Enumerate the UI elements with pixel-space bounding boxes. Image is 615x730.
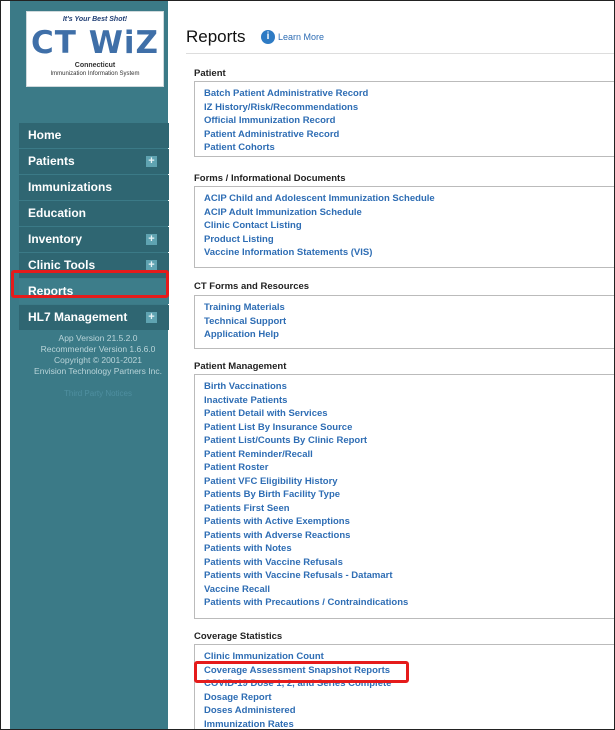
- section-ct-forms: Training Materials Technical Support App…: [194, 295, 614, 349]
- logo-tagline: It's Your Best Shot!: [62, 16, 128, 23]
- report-link[interactable]: ACIP Adult Immunization Schedule: [204, 206, 614, 220]
- section-patient: Batch Patient Administrative Record IZ H…: [194, 81, 614, 157]
- ct-forms-list: Training Materials Technical Support App…: [195, 296, 614, 342]
- report-link[interactable]: Birth Vaccinations: [204, 380, 614, 394]
- report-link[interactable]: Patient VFC Eligibility History: [204, 475, 614, 489]
- app-window: It's Your Best Shot! CT WiZ Connecticut …: [0, 0, 615, 730]
- copyright: Copyright © 2001-2021: [53, 355, 142, 365]
- section-patient-management: Birth Vaccinations Inactivate Patients P…: [194, 374, 614, 619]
- report-link[interactable]: Patients with Vaccine Refusals: [204, 556, 614, 570]
- report-link[interactable]: Patient Cohorts: [204, 141, 614, 155]
- reports-highlight: [11, 270, 169, 298]
- report-link[interactable]: Patients with Active Exemptions: [204, 515, 614, 529]
- report-link[interactable]: Batch Patient Administrative Record: [204, 87, 614, 101]
- main-nav: Home Patients + Immunizations Education I…: [19, 123, 169, 331]
- report-link[interactable]: Inactivate Patients: [204, 394, 614, 408]
- report-link[interactable]: ACIP Child and Adolescent Immunization S…: [204, 192, 614, 206]
- coverage-report-list: Clinic Immunization Count Coverage Asses…: [195, 645, 614, 730]
- report-link[interactable]: Patient Reminder/Recall: [204, 448, 614, 462]
- report-link[interactable]: Patients with Notes: [204, 542, 614, 556]
- report-link[interactable]: IZ History/Risk/Recommendations: [204, 101, 614, 115]
- report-link[interactable]: Product Listing: [204, 233, 614, 247]
- nav-immunizations-label: Immunizations: [28, 180, 113, 194]
- section-header-patient-management: Patient Management: [194, 361, 287, 372]
- report-link[interactable]: Technical Support: [204, 315, 614, 329]
- report-link[interactable]: Patients with Precautions / Contraindica…: [204, 596, 614, 610]
- report-link[interactable]: Patient List By Insurance Source: [204, 421, 614, 435]
- nav-inventory[interactable]: Inventory +: [19, 227, 169, 252]
- report-link[interactable]: Patient List/Counts By Clinic Report: [204, 434, 614, 448]
- expand-plus-icon[interactable]: +: [146, 156, 157, 167]
- page-title: Reports: [186, 27, 246, 46]
- expand-plus-icon[interactable]: +: [146, 312, 157, 323]
- company: Envision Technology Partners Inc.: [34, 366, 162, 376]
- section-header-ct-forms: CT Forms and Resources: [194, 281, 310, 292]
- version-info: App Version 21.5.2.0 Recommender Version…: [19, 333, 177, 377]
- report-link[interactable]: Patients with Adverse Reactions: [204, 529, 614, 543]
- nav-immunizations[interactable]: Immunizations: [19, 175, 169, 200]
- info-icon[interactable]: i: [261, 30, 275, 44]
- learn-more-link[interactable]: Learn More: [278, 32, 324, 42]
- patient-report-list: Batch Patient Administrative Record IZ H…: [195, 82, 614, 155]
- report-link[interactable]: Application Help: [204, 328, 614, 342]
- nav-patients[interactable]: Patients +: [19, 149, 169, 174]
- title-divider: [186, 53, 614, 54]
- report-link[interactable]: Patients First Seen: [204, 502, 614, 516]
- report-link[interactable]: Patient Roster: [204, 461, 614, 475]
- report-link[interactable]: Doses Administered: [204, 704, 614, 718]
- ct-wiz-logo[interactable]: It's Your Best Shot! CT WiZ Connecticut …: [26, 11, 164, 87]
- section-forms: ACIP Child and Adolescent Immunization S…: [194, 186, 614, 268]
- recommender-version: Recommender Version 1.6.6.0: [40, 344, 156, 354]
- report-link[interactable]: Training Materials: [204, 301, 614, 315]
- section-coverage: Clinic Immunization Count Coverage Asses…: [194, 644, 614, 730]
- report-link[interactable]: Dosage Report: [204, 691, 614, 705]
- nav-education-label: Education: [28, 206, 87, 220]
- report-link[interactable]: Official Immunization Record: [204, 114, 614, 128]
- patient-management-list: Birth Vaccinations Inactivate Patients P…: [195, 375, 614, 610]
- nav-hl7-management[interactable]: HL7 Management +: [19, 305, 169, 330]
- report-link[interactable]: Patient Detail with Services: [204, 407, 614, 421]
- nav-education[interactable]: Education: [19, 201, 169, 226]
- logo-brand: CT WiZ: [31, 25, 159, 61]
- third-party-notices-link[interactable]: Third Party Notices: [19, 389, 177, 398]
- section-header-patient: Patient: [194, 68, 226, 79]
- report-link[interactable]: Immunization Rates: [204, 718, 614, 730]
- nav-hl7-label: HL7 Management: [28, 310, 128, 324]
- nav-home-label: Home: [28, 128, 62, 142]
- coverage-assessment-highlight: [194, 661, 409, 683]
- logo-subtitle: Connecticut: [74, 62, 116, 69]
- section-header-forms: Forms / Informational Documents: [194, 173, 346, 184]
- nav-inventory-label: Inventory: [28, 232, 83, 246]
- sidebar: It's Your Best Shot! CT WiZ Connecticut …: [10, 1, 169, 729]
- expand-plus-icon[interactable]: +: [146, 234, 157, 245]
- section-header-coverage: Coverage Statistics: [194, 631, 283, 642]
- logo-subtitle-2: Immunization Information System: [50, 71, 140, 77]
- forms-report-list: ACIP Child and Adolescent Immunization S…: [195, 187, 614, 260]
- report-link[interactable]: Vaccine Information Statements (VIS): [204, 246, 614, 260]
- report-link[interactable]: Patients with Vaccine Refusals - Datamar…: [204, 569, 614, 583]
- app-version: App Version 21.5.2.0: [58, 333, 138, 343]
- report-link[interactable]: Patient Administrative Record: [204, 128, 614, 142]
- report-link[interactable]: Clinic Contact Listing: [204, 219, 614, 233]
- report-link[interactable]: Vaccine Recall: [204, 583, 614, 597]
- nav-patients-label: Patients: [28, 154, 75, 168]
- report-link[interactable]: Patients By Birth Facility Type: [204, 488, 614, 502]
- nav-home[interactable]: Home: [19, 123, 169, 148]
